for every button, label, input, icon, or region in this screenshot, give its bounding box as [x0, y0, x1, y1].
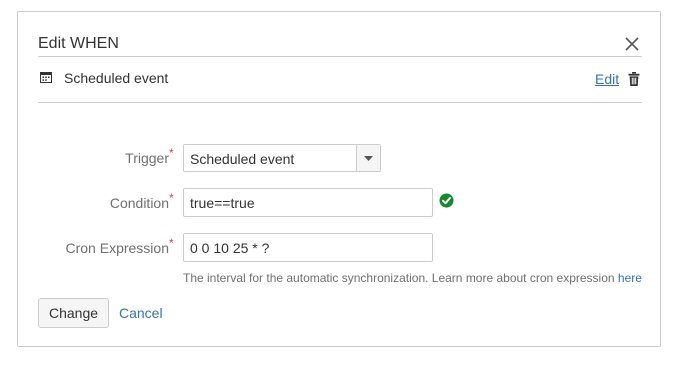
caret-down-icon: [364, 156, 373, 161]
dialog-title: Edit WHEN: [38, 35, 119, 52]
valid-check-icon: [439, 193, 454, 208]
required-marker: *: [169, 191, 174, 205]
trash-icon[interactable]: [628, 72, 640, 86]
cron-expression-label: Cron Expression: [65, 240, 170, 256]
condition-input[interactable]: [183, 188, 433, 217]
event-type-label: Scheduled event: [64, 70, 169, 86]
cron-help-link[interactable]: here: [618, 271, 642, 285]
required-marker: *: [169, 146, 174, 160]
trigger-label: Trigger: [125, 150, 169, 166]
trigger-select[interactable]: Scheduled event: [183, 144, 381, 172]
required-marker: *: [169, 236, 174, 250]
cron-hint: The interval for the automatic synchroni…: [183, 271, 642, 285]
event-summary-row: Scheduled event Edit: [38, 67, 642, 91]
title-divider: [38, 56, 642, 57]
change-button[interactable]: Change: [38, 298, 109, 328]
edit-link[interactable]: Edit: [595, 71, 619, 87]
cron-hint-text: The interval for the automatic synchroni…: [183, 271, 615, 285]
close-icon[interactable]: [624, 36, 640, 52]
cron-expression-input[interactable]: [183, 233, 433, 262]
edit-when-dialog: Edit WHEN Scheduled event Edit Trigger *…: [17, 11, 661, 347]
dropdown-button[interactable]: [356, 145, 380, 171]
cancel-link[interactable]: Cancel: [119, 305, 163, 321]
calendar-icon: [40, 72, 52, 83]
section-divider: [38, 102, 642, 103]
condition-label: Condition: [109, 195, 169, 211]
trigger-select-value: Scheduled event: [190, 151, 295, 167]
